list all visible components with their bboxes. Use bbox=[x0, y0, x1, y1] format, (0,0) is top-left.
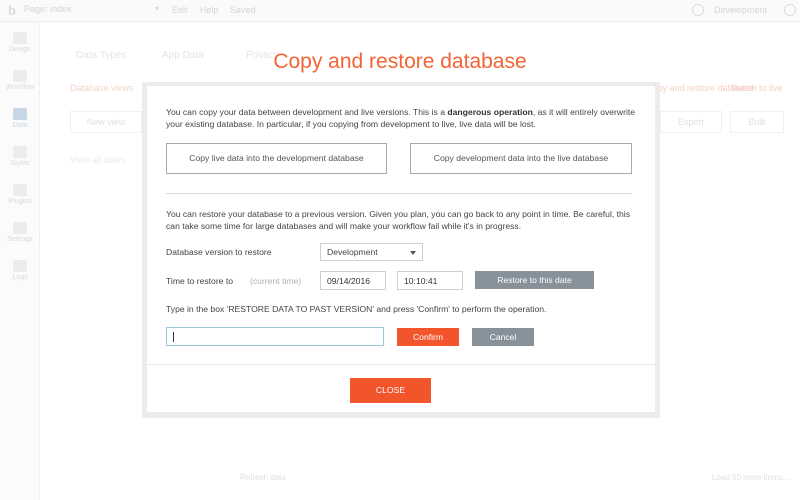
top-bar: b Page: index ▾ Edit Help Saved Developm… bbox=[0, 0, 800, 22]
new-view-button[interactable]: New view bbox=[70, 111, 142, 133]
sidebar-item-label: Styles bbox=[10, 160, 30, 167]
help-icon[interactable] bbox=[784, 4, 796, 16]
database-views-link[interactable]: Database views bbox=[70, 83, 134, 93]
search-icon[interactable] bbox=[692, 4, 704, 16]
dangerous-operation-text: dangerous operation bbox=[447, 107, 533, 117]
sidebar-item-plugins[interactable]: Plugins bbox=[0, 184, 40, 205]
copy-description-part: You can copy your data between developme… bbox=[166, 107, 448, 117]
copy-description: You can copy your data between developme… bbox=[166, 106, 636, 130]
menu-edit[interactable]: Edit bbox=[172, 5, 188, 15]
chevron-down-icon: ▾ bbox=[154, 4, 159, 13]
current-time-link[interactable]: (current time) bbox=[250, 276, 301, 286]
close-button[interactable]: CLOSE bbox=[350, 378, 431, 403]
restore-description: You can restore your database to a previ… bbox=[166, 209, 631, 231]
cancel-button[interactable]: Cancel bbox=[472, 328, 534, 346]
switch-to-live-link[interactable]: Switch to live bbox=[730, 83, 783, 93]
sidebar-item-label: Plugins bbox=[8, 198, 32, 205]
sidebar-item-label: Workflow bbox=[5, 84, 35, 91]
load-more-link[interactable]: Load 50 more items... bbox=[712, 473, 789, 482]
sidebar-item-data[interactable]: Data bbox=[0, 108, 40, 129]
plugins-icon bbox=[13, 184, 27, 196]
refresh-data-link[interactable]: Refresh data bbox=[240, 473, 286, 482]
sidebar-item-label: Settings bbox=[7, 236, 33, 243]
view-all-users-link[interactable]: View all users bbox=[70, 155, 125, 165]
save-status: Saved bbox=[230, 5, 256, 15]
db-version-label: Database version to restore bbox=[166, 247, 272, 257]
copy-dev-to-live-button[interactable]: Copy development data into the live data… bbox=[410, 143, 632, 174]
sidebar-item-styles[interactable]: Styles bbox=[0, 146, 40, 167]
sidebar-item-label: Logs bbox=[12, 274, 28, 281]
db-version-select[interactable]: Development bbox=[320, 243, 423, 261]
restore-to-date-button[interactable]: Restore to this date bbox=[475, 271, 594, 289]
section-divider bbox=[166, 193, 632, 194]
bubble-logo-icon: b bbox=[8, 3, 16, 18]
date-input[interactable] bbox=[320, 271, 386, 290]
settings-icon bbox=[13, 222, 27, 234]
copy-live-to-dev-button[interactable]: Copy live data into the development data… bbox=[166, 143, 387, 174]
export-button[interactable]: Export bbox=[660, 111, 722, 133]
time-input[interactable] bbox=[397, 271, 463, 290]
sidebar: Design Workflow Data Styles Plugins Sett… bbox=[0, 22, 40, 500]
environment-selector[interactable]: Development bbox=[714, 5, 767, 15]
data-icon bbox=[13, 108, 27, 120]
confirm-instruction: Type in the box 'RESTORE DATA TO PAST VE… bbox=[166, 304, 547, 314]
sidebar-item-label: Data bbox=[12, 122, 28, 129]
page-selector[interactable]: Page: index ▾ bbox=[24, 4, 159, 18]
styles-icon bbox=[13, 146, 27, 158]
sidebar-item-settings[interactable]: Settings bbox=[0, 222, 40, 243]
design-icon bbox=[13, 32, 27, 44]
confirm-button[interactable]: Confirm bbox=[397, 328, 459, 346]
sidebar-item-logs[interactable]: Logs bbox=[0, 260, 40, 281]
text-caret bbox=[173, 332, 174, 342]
logs-icon bbox=[13, 260, 27, 272]
chevron-down-icon bbox=[410, 251, 416, 255]
bulk-button[interactable]: Bulk bbox=[730, 111, 784, 133]
time-label: Time to restore to bbox=[166, 276, 234, 286]
page-selector-label: Page: index bbox=[24, 4, 72, 14]
confirm-text-input[interactable] bbox=[166, 327, 384, 346]
modal-title: Copy and restore database bbox=[273, 50, 527, 73]
db-version-value: Development bbox=[327, 247, 378, 257]
menu-help[interactable]: Help bbox=[200, 5, 219, 15]
footer-divider bbox=[147, 364, 655, 365]
